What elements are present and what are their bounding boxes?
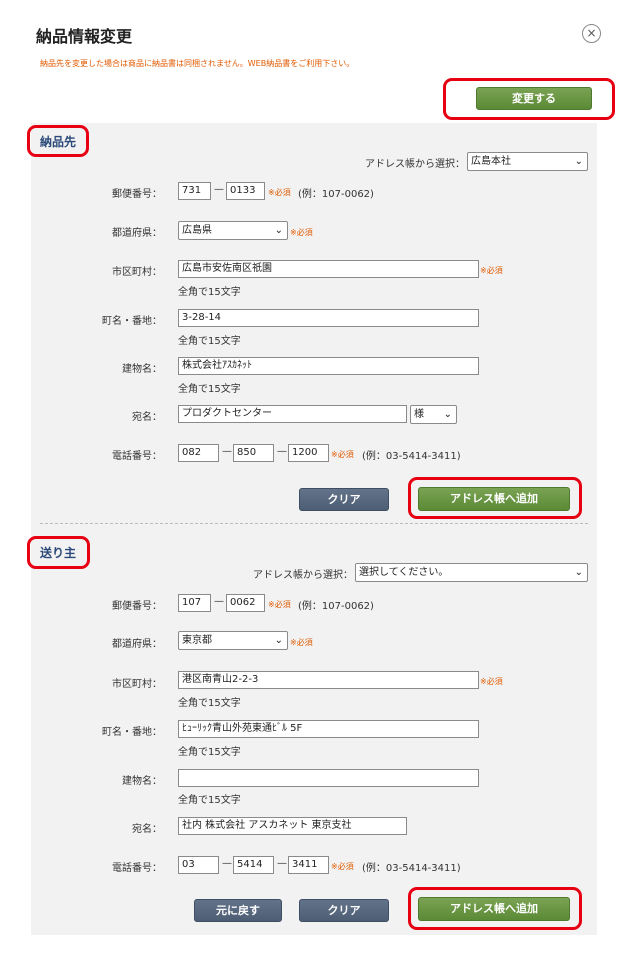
sender-phone-example: (例：03-5414-3411) (362, 863, 461, 874)
notice-text: 納品先を変更した場合は商品に納品書は同梱されません。WEB納品書をご利用下さい。 (40, 59, 355, 68)
delivery-phone-example: (例：03-5414-3411) (362, 451, 461, 462)
required-mark: ※必須 (480, 266, 503, 275)
sender-postal1-input[interactable]: 107 (178, 594, 211, 612)
delivery-postal2-input[interactable]: 0133 (226, 182, 265, 200)
sender-recipient-label: 宛名： (132, 824, 162, 835)
form-panel (31, 123, 597, 935)
required-mark: ※必須 (290, 228, 313, 237)
delivery-recipient-label: 宛名： (132, 412, 162, 423)
phone-hyphen: — (277, 446, 287, 457)
delivery-building-input[interactable]: 株式会社ｱｽｶﾈｯﾄ (178, 357, 479, 375)
change-button[interactable]: 変更する (476, 87, 592, 110)
delivery-postal-label: 郵便番号： (112, 189, 162, 200)
delivery-section-label: 納品先 (40, 135, 77, 149)
delivery-clear-button[interactable]: クリア (299, 488, 389, 511)
phone-hyphen: — (277, 858, 287, 869)
sender-phone-label: 電話番号： (112, 863, 162, 874)
sender-postal-example: (例：107-0062) (298, 601, 374, 612)
delivery-prefecture-value: 広島県 (182, 225, 212, 236)
section-divider (40, 523, 588, 524)
sender-city-hint: 全角で15文字 (178, 698, 241, 709)
sender-phone2-input[interactable]: 5414 (233, 856, 274, 874)
delivery-honorific-select[interactable]: 様 ⌄ (410, 405, 457, 424)
required-mark: ※必須 (331, 450, 354, 459)
required-mark: ※必須 (290, 638, 313, 647)
delivery-city-hint: 全角で15文字 (178, 287, 241, 298)
sender-city-label: 市区町村： (112, 679, 162, 690)
sender-prefecture-label: 都道府県： (112, 639, 162, 650)
close-icon[interactable]: × (582, 24, 601, 43)
sender-addressbook-value: 選択してください。 (359, 567, 449, 578)
delivery-phone1-input[interactable]: 082 (178, 444, 219, 462)
dialog-title: 納品情報変更 (36, 27, 133, 46)
delivery-addressbook-label: アドレス帳から選択： (365, 159, 465, 170)
chevron-down-icon: ⌄ (574, 156, 583, 167)
required-mark: ※必須 (268, 600, 291, 609)
delivery-town-label: 町名・番地： (102, 316, 162, 327)
chevron-down-icon: ⌄ (574, 567, 583, 578)
sender-clear-button[interactable]: クリア (299, 899, 389, 922)
delivery-add-button[interactable]: アドレス帳へ追加 (418, 487, 570, 511)
phone-hyphen: — (222, 446, 232, 457)
sender-back-button[interactable]: 元に戻す (194, 899, 282, 922)
sender-building-input[interactable] (178, 769, 479, 787)
sender-phone1-input[interactable]: 03 (178, 856, 219, 874)
sender-town-hint: 全角で15文字 (178, 747, 241, 758)
sender-prefecture-select[interactable]: 東京都 ⌄ (178, 631, 288, 650)
delivery-prefecture-label: 都道府県： (112, 228, 162, 239)
sender-building-hint: 全角で15文字 (178, 795, 241, 806)
delivery-postal1-input[interactable]: 731 (178, 182, 211, 200)
sender-city-input[interactable]: 港区南青山2-2-3 (178, 671, 479, 689)
sender-postal2-input[interactable]: 0062 (226, 594, 265, 612)
delivery-phone3-input[interactable]: 1200 (288, 444, 329, 462)
postal-hyphen: — (214, 596, 224, 607)
delivery-addressbook-select[interactable]: 広島本社 ⌄ (467, 152, 588, 171)
sender-town-input[interactable]: ﾋｭｰﾘｯｸ青山外苑東通ﾋﾞﾙ 5F (178, 720, 479, 738)
required-mark: ※必須 (268, 188, 291, 197)
delivery-town-hint: 全角で15文字 (178, 336, 241, 347)
delivery-city-input[interactable]: 広島市安佐南区祇園 (178, 260, 479, 278)
sender-section-label: 送り主 (40, 546, 77, 560)
sender-postal-label: 郵便番号： (112, 601, 162, 612)
delivery-prefecture-select[interactable]: 広島県 ⌄ (178, 221, 288, 240)
sender-addressbook-select[interactable]: 選択してください。 ⌄ (355, 563, 588, 582)
delivery-town-input[interactable]: 3-28-14 (178, 309, 479, 327)
chevron-down-icon: ⌄ (274, 225, 283, 236)
delivery-building-hint: 全角で15文字 (178, 384, 241, 395)
chevron-down-icon: ⌄ (443, 409, 452, 420)
sender-add-button[interactable]: アドレス帳へ追加 (418, 897, 570, 921)
delivery-phone-label: 電話番号： (112, 451, 162, 462)
sender-recipient-input[interactable]: 社内 株式会社 アスカネット 東京支社 (178, 817, 407, 835)
required-mark: ※必須 (331, 862, 354, 871)
required-mark: ※必須 (480, 677, 503, 686)
delivery-honorific-value: 様 (414, 409, 424, 420)
delivery-phone2-input[interactable]: 850 (233, 444, 274, 462)
delivery-building-label: 建物名： (122, 364, 162, 375)
delivery-addressbook-value: 広島本社 (471, 156, 511, 167)
delivery-postal-example: (例：107-0062) (298, 189, 374, 200)
sender-building-label: 建物名： (122, 776, 162, 787)
sender-addressbook-label: アドレス帳から選択： (253, 570, 353, 581)
delivery-city-label: 市区町村： (112, 267, 162, 278)
chevron-down-icon: ⌄ (274, 635, 283, 646)
postal-hyphen: — (214, 184, 224, 195)
sender-phone3-input[interactable]: 3411 (288, 856, 329, 874)
phone-hyphen: — (222, 858, 232, 869)
delivery-recipient-input[interactable]: プロダクトセンター (178, 405, 407, 423)
sender-town-label: 町名・番地： (102, 727, 162, 738)
sender-prefecture-value: 東京都 (182, 635, 212, 646)
